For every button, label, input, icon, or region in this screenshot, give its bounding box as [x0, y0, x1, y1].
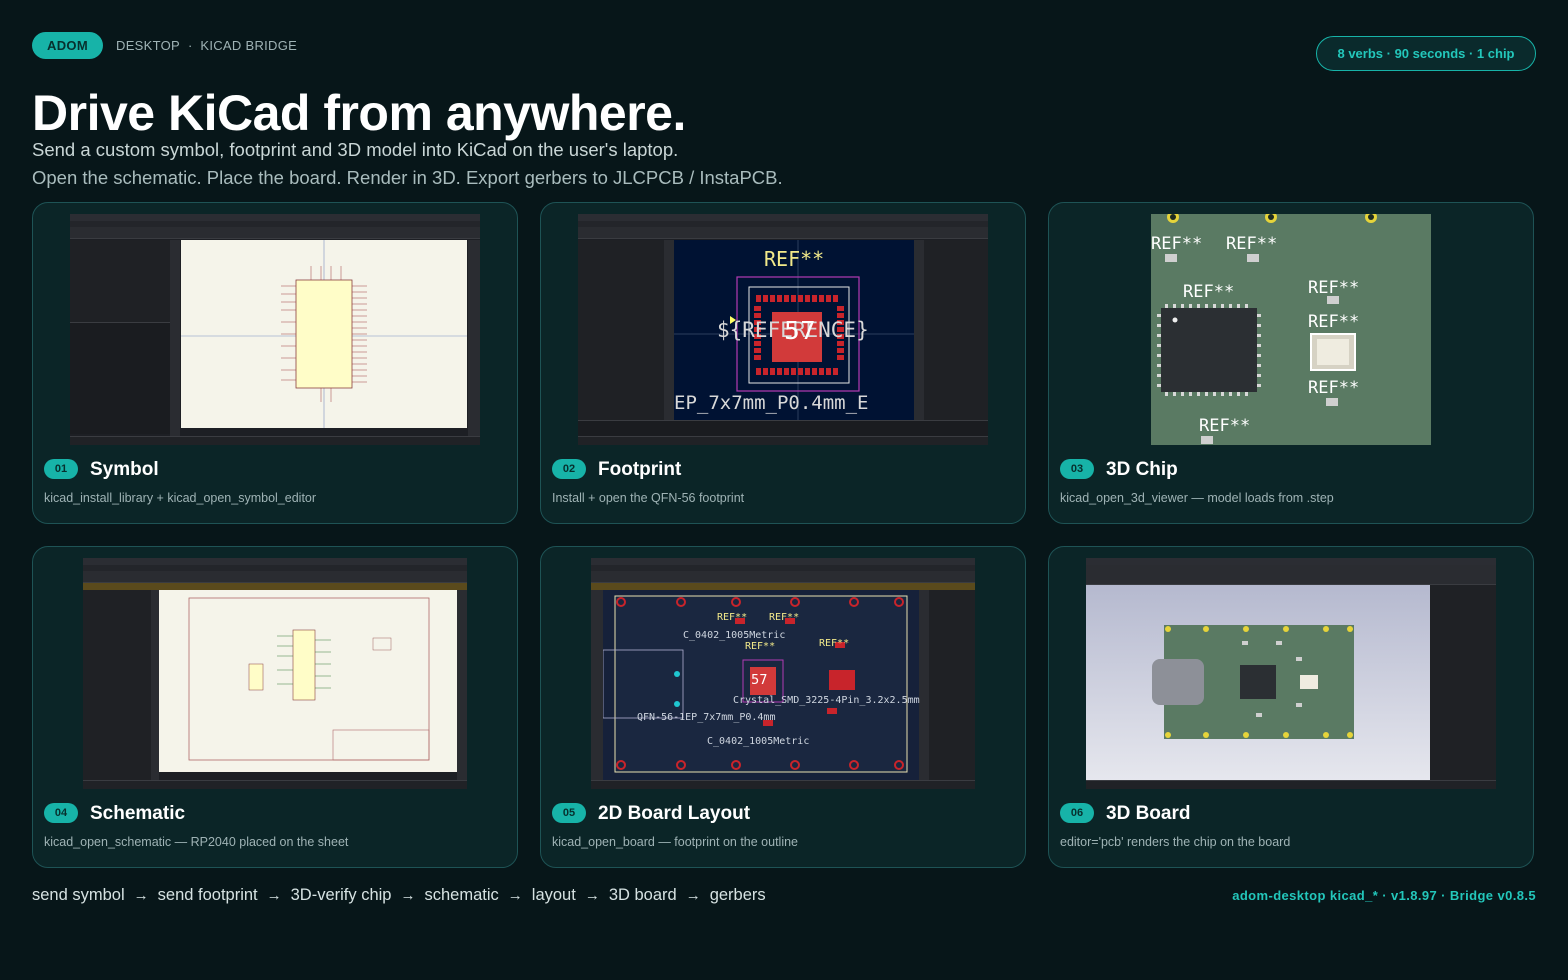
- card-description: editor='pcb' renders the chip on the boa…: [1060, 835, 1291, 849]
- chip-reference-label: REF**: [1199, 416, 1251, 436]
- symbol-editor-screenshot: [70, 214, 480, 445]
- breadcrumb-separator: ·: [188, 38, 193, 53]
- 3d-board-canvas: [1152, 625, 1354, 739]
- top-bar: ADOM DESKTOP · KICAD BRIDGE: [32, 32, 297, 59]
- stats-badge: 8 verbs · 90 seconds · 1 chip: [1316, 36, 1536, 71]
- board-reference-label: REF**: [717, 612, 748, 623]
- board-component-label: Crystal_SMD_3225-4Pin_3.2x2.5mm: [733, 695, 920, 706]
- version-label: adom-desktop kicad_* · v1.8.97 · Bridge …: [1232, 888, 1536, 903]
- step-number-badge: 04: [44, 803, 78, 823]
- board-reference-label: REF**: [819, 638, 850, 649]
- card-title: Footprint: [598, 459, 682, 480]
- flow-arrow: →: [400, 887, 416, 904]
- flow-arrow: →: [685, 887, 701, 904]
- brand-badge: ADOM: [32, 32, 103, 59]
- chip-reference-label: REF**: [1226, 234, 1278, 254]
- schematic-editor-screenshot: [83, 558, 467, 789]
- board-reference-label: REF**: [769, 612, 800, 623]
- pad-count-badge: 57: [784, 316, 816, 345]
- step-number-badge: 03: [1060, 459, 1094, 479]
- card-title: 2D Board Layout: [598, 803, 751, 824]
- board-component-label: C_0402_1005Metric: [707, 736, 810, 747]
- card-title: Schematic: [90, 803, 186, 824]
- step-number-badge: 02: [552, 459, 586, 479]
- chip-reference-label: REF**: [1308, 278, 1360, 298]
- board-component-label: QFN-56-1EP_7x7mm_P0.4mm: [637, 712, 776, 723]
- pcb-editor-screenshot: REF** REF** REF** REF** C_0402_1005Metri…: [591, 558, 975, 789]
- card-schematic[interactable]: 04 Schematic kicad_open_schematic — RP20…: [32, 546, 518, 868]
- pad-count-badge: 57: [751, 673, 768, 688]
- flow-step: send symbol: [32, 886, 125, 904]
- step-number-badge: 05: [552, 803, 586, 823]
- flow-step: layout: [531, 886, 576, 904]
- card-description: kicad_open_board — footprint on the outl…: [552, 835, 799, 849]
- card-3d-chip[interactable]: REF** REF** REF** REF** REF** REF** REF*…: [1048, 202, 1534, 524]
- chip-reference-label: REF**: [1151, 234, 1203, 254]
- card-symbol[interactable]: 01 Symbol kicad_install_library + kicad_…: [32, 202, 518, 524]
- card-description: kicad_open_3d_viewer — model loads from …: [1060, 491, 1334, 505]
- step-number-badge: 01: [44, 459, 78, 479]
- footprint-name-label: EP_7x7mm_P0.4mm_E: [674, 392, 869, 414]
- flow-step: schematic: [424, 886, 499, 904]
- flow-arrow: →: [584, 887, 600, 904]
- card-3d-board[interactable]: 06 3D Board editor='pcb' renders the chi…: [1048, 546, 1534, 868]
- chip-reference-label: REF**: [1308, 312, 1360, 332]
- flow-step: 3D-verify chip: [290, 886, 392, 904]
- page-subtitle-2: Open the schematic. Place the board. Ren…: [32, 167, 783, 188]
- card-description: Install + open the QFN-56 footprint: [552, 491, 745, 505]
- board-reference-label: REF**: [745, 641, 776, 652]
- flow-arrow: →: [266, 887, 282, 904]
- chip-reference-label: REF**: [1308, 378, 1360, 398]
- 3d-chip-screenshot: REF** REF** REF** REF** REF** REF** REF*…: [1151, 214, 1431, 445]
- flow-step: send footprint: [157, 886, 258, 904]
- breadcrumb-desktop: DESKTOP: [116, 38, 180, 53]
- card-2d-board-layout[interactable]: REF** REF** REF** REF** C_0402_1005Metri…: [540, 546, 1026, 868]
- step-number-badge: 06: [1060, 803, 1094, 823]
- page-title: Drive KiCad from anywhere.: [32, 85, 686, 141]
- breadcrumb-kicad-bridge: KICAD BRIDGE: [200, 38, 298, 53]
- card-footprint[interactable]: REF** ${REFERENCE} 57 EP_7x7mm_P0.4mm_E …: [540, 202, 1026, 524]
- card-title: Symbol: [90, 459, 159, 480]
- card-title: 3D Chip: [1106, 459, 1178, 480]
- page-subtitle-1: Send a custom symbol, footprint and 3D m…: [32, 139, 679, 160]
- footprint-reference-label: REF**: [764, 247, 825, 271]
- flow-step: 3D board: [608, 886, 677, 904]
- flow-step: gerbers: [709, 886, 766, 904]
- symbol-canvas: [181, 240, 467, 428]
- flow-arrow: →: [507, 887, 523, 904]
- card-description: kicad_open_schematic — RP2040 placed on …: [44, 835, 349, 849]
- 3d-viewer-screenshot: [1086, 558, 1496, 789]
- card-description: kicad_install_library + kicad_open_symbo…: [44, 491, 317, 505]
- chip-reference-label: REF**: [1183, 282, 1235, 302]
- flow-arrow: →: [133, 887, 149, 904]
- schematic-canvas: [188, 597, 430, 761]
- footprint-editor-screenshot: REF** ${REFERENCE} 57 EP_7x7mm_P0.4mm_E: [578, 214, 988, 445]
- card-title: 3D Board: [1106, 803, 1191, 824]
- board-component-label: C_0402_1005Metric: [683, 630, 786, 641]
- workflow-steps: send symbol → send footprint → 3D-verify…: [32, 886, 766, 905]
